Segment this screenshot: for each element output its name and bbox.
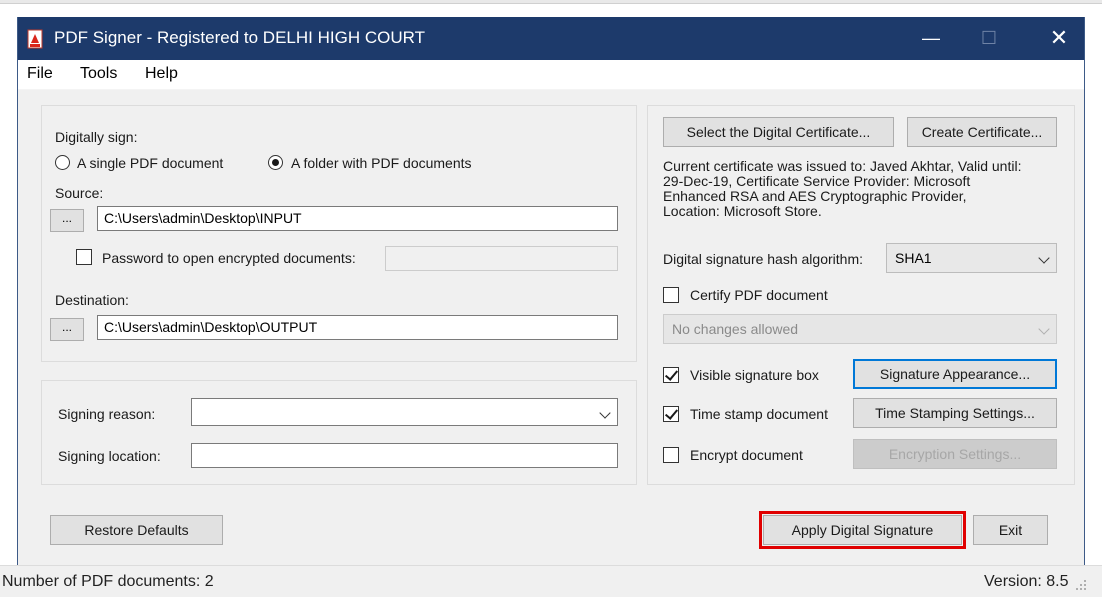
certify-pdf-checkbox[interactable]	[663, 287, 679, 303]
destination-path-input[interactable]: C:\Users\admin\Desktop\OUTPUT	[97, 315, 618, 340]
certificate-info-line: Enhanced RSA and AES Cryptographic Provi…	[663, 188, 967, 204]
destination-browse-button[interactable]: ...	[50, 318, 84, 341]
certificate-info: Current certificate was issued to: Javed…	[663, 159, 1063, 219]
certificate-info-line: Current certificate was issued to: Javed…	[663, 158, 1022, 174]
radio-single-pdf[interactable]	[55, 155, 70, 170]
menu-help[interactable]: Help	[145, 65, 178, 83]
signing-location-input[interactable]	[191, 443, 618, 468]
signature-appearance-button[interactable]: Signature Appearance...	[853, 359, 1057, 389]
hash-algorithm-select[interactable]: SHA1	[886, 243, 1057, 273]
timestamp-settings-button[interactable]: Time Stamping Settings...	[853, 398, 1057, 428]
certify-permissions-value: No changes allowed	[672, 321, 799, 337]
certify-pdf-label: Certify PDF document	[690, 287, 828, 303]
radio-folder-pdf-label[interactable]: A folder with PDF documents	[291, 155, 472, 171]
certificate-info-line: Location: Microsoft Store.	[663, 203, 822, 219]
password-checkbox[interactable]	[76, 249, 92, 265]
document-count: Number of PDF documents: 2	[2, 573, 214, 590]
digitally-sign-label: Digitally sign:	[55, 129, 138, 145]
highlight-box	[759, 511, 966, 549]
version-label: Version: 8.5	[984, 573, 1069, 590]
signing-reason-select[interactable]	[191, 398, 618, 426]
app-icon	[27, 29, 43, 49]
encryption-settings-button[interactable]: Encryption Settings...	[853, 439, 1057, 469]
menu-file[interactable]: File	[27, 65, 53, 83]
password-label: Password to open encrypted documents:	[102, 250, 356, 266]
title-bar: PDF Signer - Registered to DELHI HIGH CO…	[18, 17, 1084, 60]
menu-tools[interactable]: Tools	[80, 65, 117, 83]
minimize-button[interactable]: —	[908, 17, 954, 60]
reason-location-group	[41, 380, 637, 485]
encrypt-label: Encrypt document	[690, 447, 803, 463]
certificate-info-line: 29-Dec-19, Certificate Service Provider:…	[663, 173, 971, 189]
signing-location-label: Signing location:	[58, 448, 161, 464]
hash-algorithm-value: SHA1	[895, 250, 932, 266]
resize-grip-icon[interactable]	[1074, 578, 1088, 592]
source-browse-button[interactable]: ...	[50, 209, 84, 232]
timestamp-checkbox[interactable]	[663, 406, 679, 422]
password-input[interactable]	[385, 246, 618, 271]
visible-signature-checkbox[interactable]	[663, 367, 679, 383]
visible-signature-label: Visible signature box	[690, 367, 819, 383]
certify-permissions-select[interactable]: No changes allowed	[663, 314, 1057, 344]
chevron-down-icon	[1038, 252, 1050, 264]
signing-reason-label: Signing reason:	[58, 406, 156, 422]
source-label: Source:	[55, 185, 104, 201]
exit-button[interactable]: Exit	[973, 515, 1048, 545]
encrypt-checkbox[interactable]	[663, 447, 679, 463]
chevron-down-icon	[599, 407, 611, 419]
hash-algorithm-label: Digital signature hash algorithm:	[663, 251, 863, 267]
timestamp-label: Time stamp document	[690, 406, 828, 422]
close-button[interactable]: ✕	[1036, 17, 1082, 60]
create-certificate-button[interactable]: Create Certificate...	[907, 117, 1057, 147]
restore-defaults-button[interactable]: Restore Defaults	[50, 515, 223, 545]
pdf-signer-window: PDF Signer - Registered to DELHI HIGH CO…	[17, 17, 1085, 597]
select-certificate-button[interactable]: Select the Digital Certificate...	[663, 117, 894, 147]
screen-top-edge	[0, 0, 1102, 4]
radio-folder-pdf[interactable]	[268, 155, 283, 170]
chevron-down-icon	[1038, 323, 1050, 335]
window-title: PDF Signer - Registered to DELHI HIGH CO…	[54, 28, 425, 47]
destination-label: Destination:	[55, 292, 129, 308]
maximize-button[interactable]: ☐	[966, 17, 1012, 60]
source-path-input[interactable]: C:\Users\admin\Desktop\INPUT	[97, 206, 618, 231]
radio-single-pdf-label[interactable]: A single PDF document	[77, 155, 223, 171]
menu-bar: File Tools Help	[18, 60, 1084, 90]
